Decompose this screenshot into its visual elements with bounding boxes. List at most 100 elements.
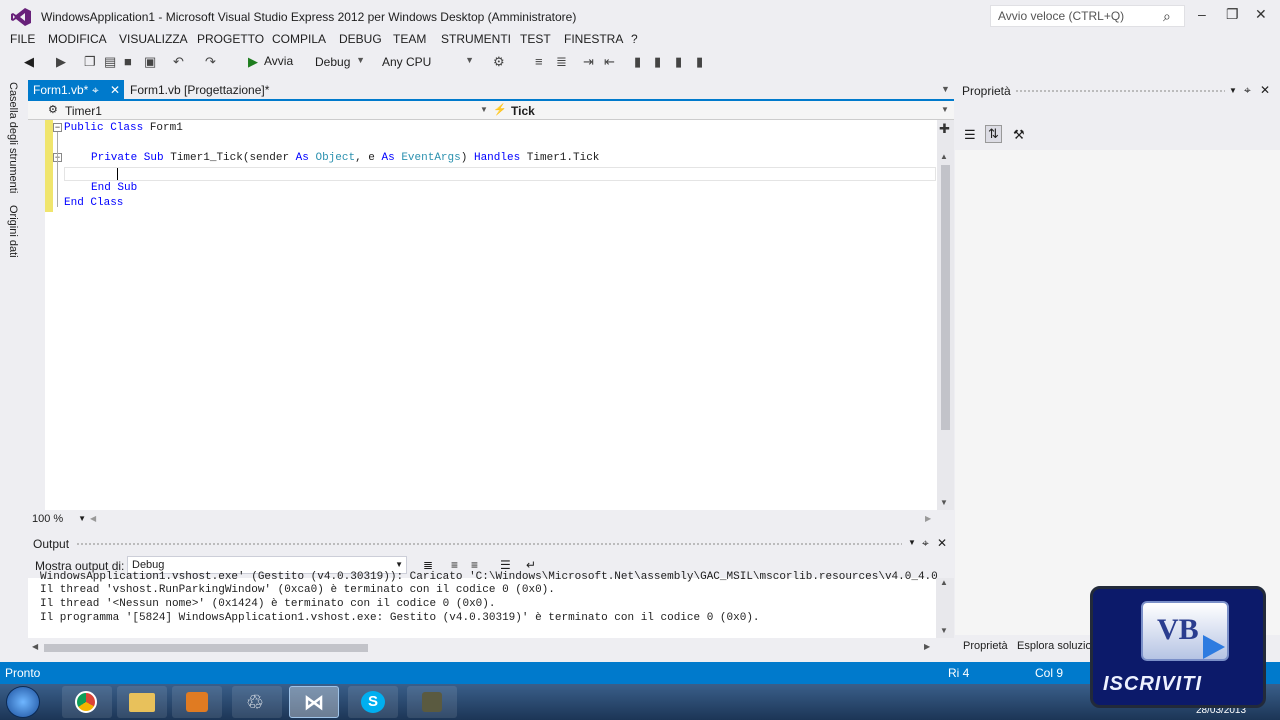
event-select[interactable]: Tick [511,104,535,118]
scroll-left-icon[interactable]: ◀ [32,642,38,651]
next-message-icon[interactable]: ≡ [471,558,478,572]
open-file-icon[interactable]: ▤ [104,54,116,70]
menu-progetto[interactable]: PROGETTO [197,32,264,46]
close-icon[interactable]: ✕ [1255,6,1267,23]
media-taskbar-button[interactable] [172,686,222,718]
chevron-down-icon[interactable]: ▼ [1229,86,1237,95]
comment-icon[interactable]: ≡ [535,54,543,69]
redo-icon[interactable]: ↷ [205,54,216,70]
bookmark-icon[interactable]: ▮ [634,54,641,70]
new-project-icon[interactable]: ❐ [84,54,96,70]
undo-icon[interactable]: ↶ [173,54,184,70]
tab-form1-code[interactable]: Form1.vb* ⌖ ✕ [28,80,124,100]
next-bookmark-icon[interactable]: ▮ [675,54,682,70]
categorized-icon[interactable]: ☰ [964,127,976,143]
config-select[interactable]: Debug ▼ [309,52,369,72]
menu-team[interactable]: TEAM [393,32,426,46]
menu-help[interactable]: ? [631,32,638,46]
save-all-icon[interactable]: ▣ [144,54,156,70]
scroll-right-icon[interactable]: ▶ [924,642,930,651]
menu-visualizza[interactable]: VISUALIZZA [119,32,188,46]
output-vertical-scrollbar[interactable]: ▲ ▼ [936,578,954,638]
chevron-down-icon[interactable]: ▼ [480,105,488,114]
chevron-down-icon[interactable]: ▼ [941,105,949,114]
prev-message-icon[interactable]: ≡ [451,558,458,572]
uncomment-icon[interactable]: ≣ [556,54,567,70]
windows-taskbar: ♲ ⋈ S 28/03/2013 [0,684,1280,720]
platform-value: Any CPU [382,55,432,69]
menu-bar: FILE MODIFICA VISUALIZZA PROGETTO COMPIL… [0,30,1280,50]
outline-line [57,132,58,207]
close-tab-icon[interactable]: ✕ [110,83,120,97]
scroll-down-icon[interactable]: ▼ [940,498,948,507]
chevron-down-icon[interactable]: ▼ [908,538,916,547]
save-icon[interactable]: ■ [124,54,132,69]
zoom-select[interactable]: 100 % ▼ [30,512,88,527]
back-icon[interactable]: ◀ [24,54,34,70]
scroll-right-icon[interactable]: ▶ [925,514,931,523]
clear-all-icon[interactable]: ☰ [500,558,511,572]
prev-bookmark-icon[interactable]: ▮ [654,54,661,70]
tab-list-icon[interactable]: ▼ [941,84,950,94]
object-select[interactable]: Timer1 [65,104,102,118]
events-icon[interactable]: ⚒ [1013,127,1025,143]
menu-test[interactable]: TEST [520,32,551,46]
lightning-icon: ⚡ [493,104,507,116]
menu-finestra[interactable]: FINESTRA [564,32,623,46]
menu-file[interactable]: FILE [10,32,35,46]
scroll-up-icon[interactable]: ▲ [940,152,948,161]
subscribe-overlay[interactable]: VB ISCRIVITI [1090,586,1266,708]
scroll-left-icon[interactable]: ◀ [90,514,96,523]
platform-select[interactable]: Any CPU ▼ [376,52,478,72]
start-button[interactable]: Avvia [264,54,293,68]
chevron-down-icon: ▼ [356,55,365,65]
outdent-icon[interactable]: ⇤ [604,54,615,70]
indent-icon[interactable]: ⇥ [583,54,594,70]
restore-icon[interactable]: ❐ [1226,6,1239,23]
quick-launch-input[interactable]: Avvio veloce (CTRL+Q) [990,5,1185,27]
pin-icon[interactable]: ⌖ [922,536,929,551]
app-taskbar-button[interactable]: ♲ [232,686,282,718]
minimize-icon[interactable]: – [1198,6,1206,22]
clear-bookmarks-icon[interactable]: ▮ [696,54,703,70]
identifier: Form1 [149,122,183,134]
output-source-value: Debug [132,559,165,571]
data-sources-tab[interactable]: Origini dati [7,205,19,258]
menu-debug[interactable]: DEBUG [339,32,382,46]
menu-compila[interactable]: COMPILA [272,32,326,46]
alphabetical-icon[interactable]: ⇅ [985,125,1002,143]
menu-modifica[interactable]: MODIFICA [48,32,107,46]
scroll-thumb[interactable] [44,644,368,652]
chrome-taskbar-button[interactable] [62,686,112,718]
start-icon[interactable]: ▶ [248,54,258,70]
visual-studio-taskbar-button[interactable]: ⋈ [289,686,339,718]
pin-icon[interactable]: ⌖ [1244,83,1251,98]
recorder-taskbar-button[interactable] [407,686,457,718]
tab-form1-design[interactable]: Form1.vb [Progettazione]* [128,80,271,100]
close-icon[interactable]: ✕ [1260,83,1270,97]
skype-taskbar-button[interactable]: S [348,686,398,718]
output-text[interactable]: WindowsApplication1.vshost.exe' (Gestito… [28,571,938,638]
editor-vertical-scrollbar[interactable]: ✚ ▲ ▼ [937,120,954,510]
output-horizontal-scrollbar[interactable]: ◀ ▶ [28,640,936,656]
collapse-icon[interactable]: − [53,123,62,132]
find-message-icon[interactable]: ≣ [423,558,433,572]
scroll-up-icon[interactable]: ▲ [940,578,948,587]
subscribe-label[interactable]: ISCRIVITI [1103,673,1202,696]
forward-icon[interactable]: ▶ [56,54,66,70]
find-icon[interactable]: ⚙ [493,54,505,70]
close-icon[interactable]: ✕ [937,536,947,550]
tab-properties[interactable]: Proprietà [963,640,1008,652]
scroll-thumb[interactable] [941,165,950,430]
explorer-taskbar-button[interactable] [117,686,167,718]
menu-strumenti[interactable]: STRUMENTI [441,32,511,46]
word-wrap-icon[interactable]: ↵ [526,558,536,572]
scroll-down-icon[interactable]: ▼ [940,626,948,635]
tab-solution-explorer[interactable]: Esplora soluzio [1017,640,1092,652]
toolbox-tab[interactable]: Casella degli strumenti [7,82,19,193]
start-orb-icon[interactable] [6,686,40,718]
grip [1015,89,1225,94]
split-icon[interactable]: ✚ [939,121,950,137]
pin-icon[interactable]: ⌖ [92,83,99,98]
search-icon[interactable]: ⌕ [1163,8,1171,25]
